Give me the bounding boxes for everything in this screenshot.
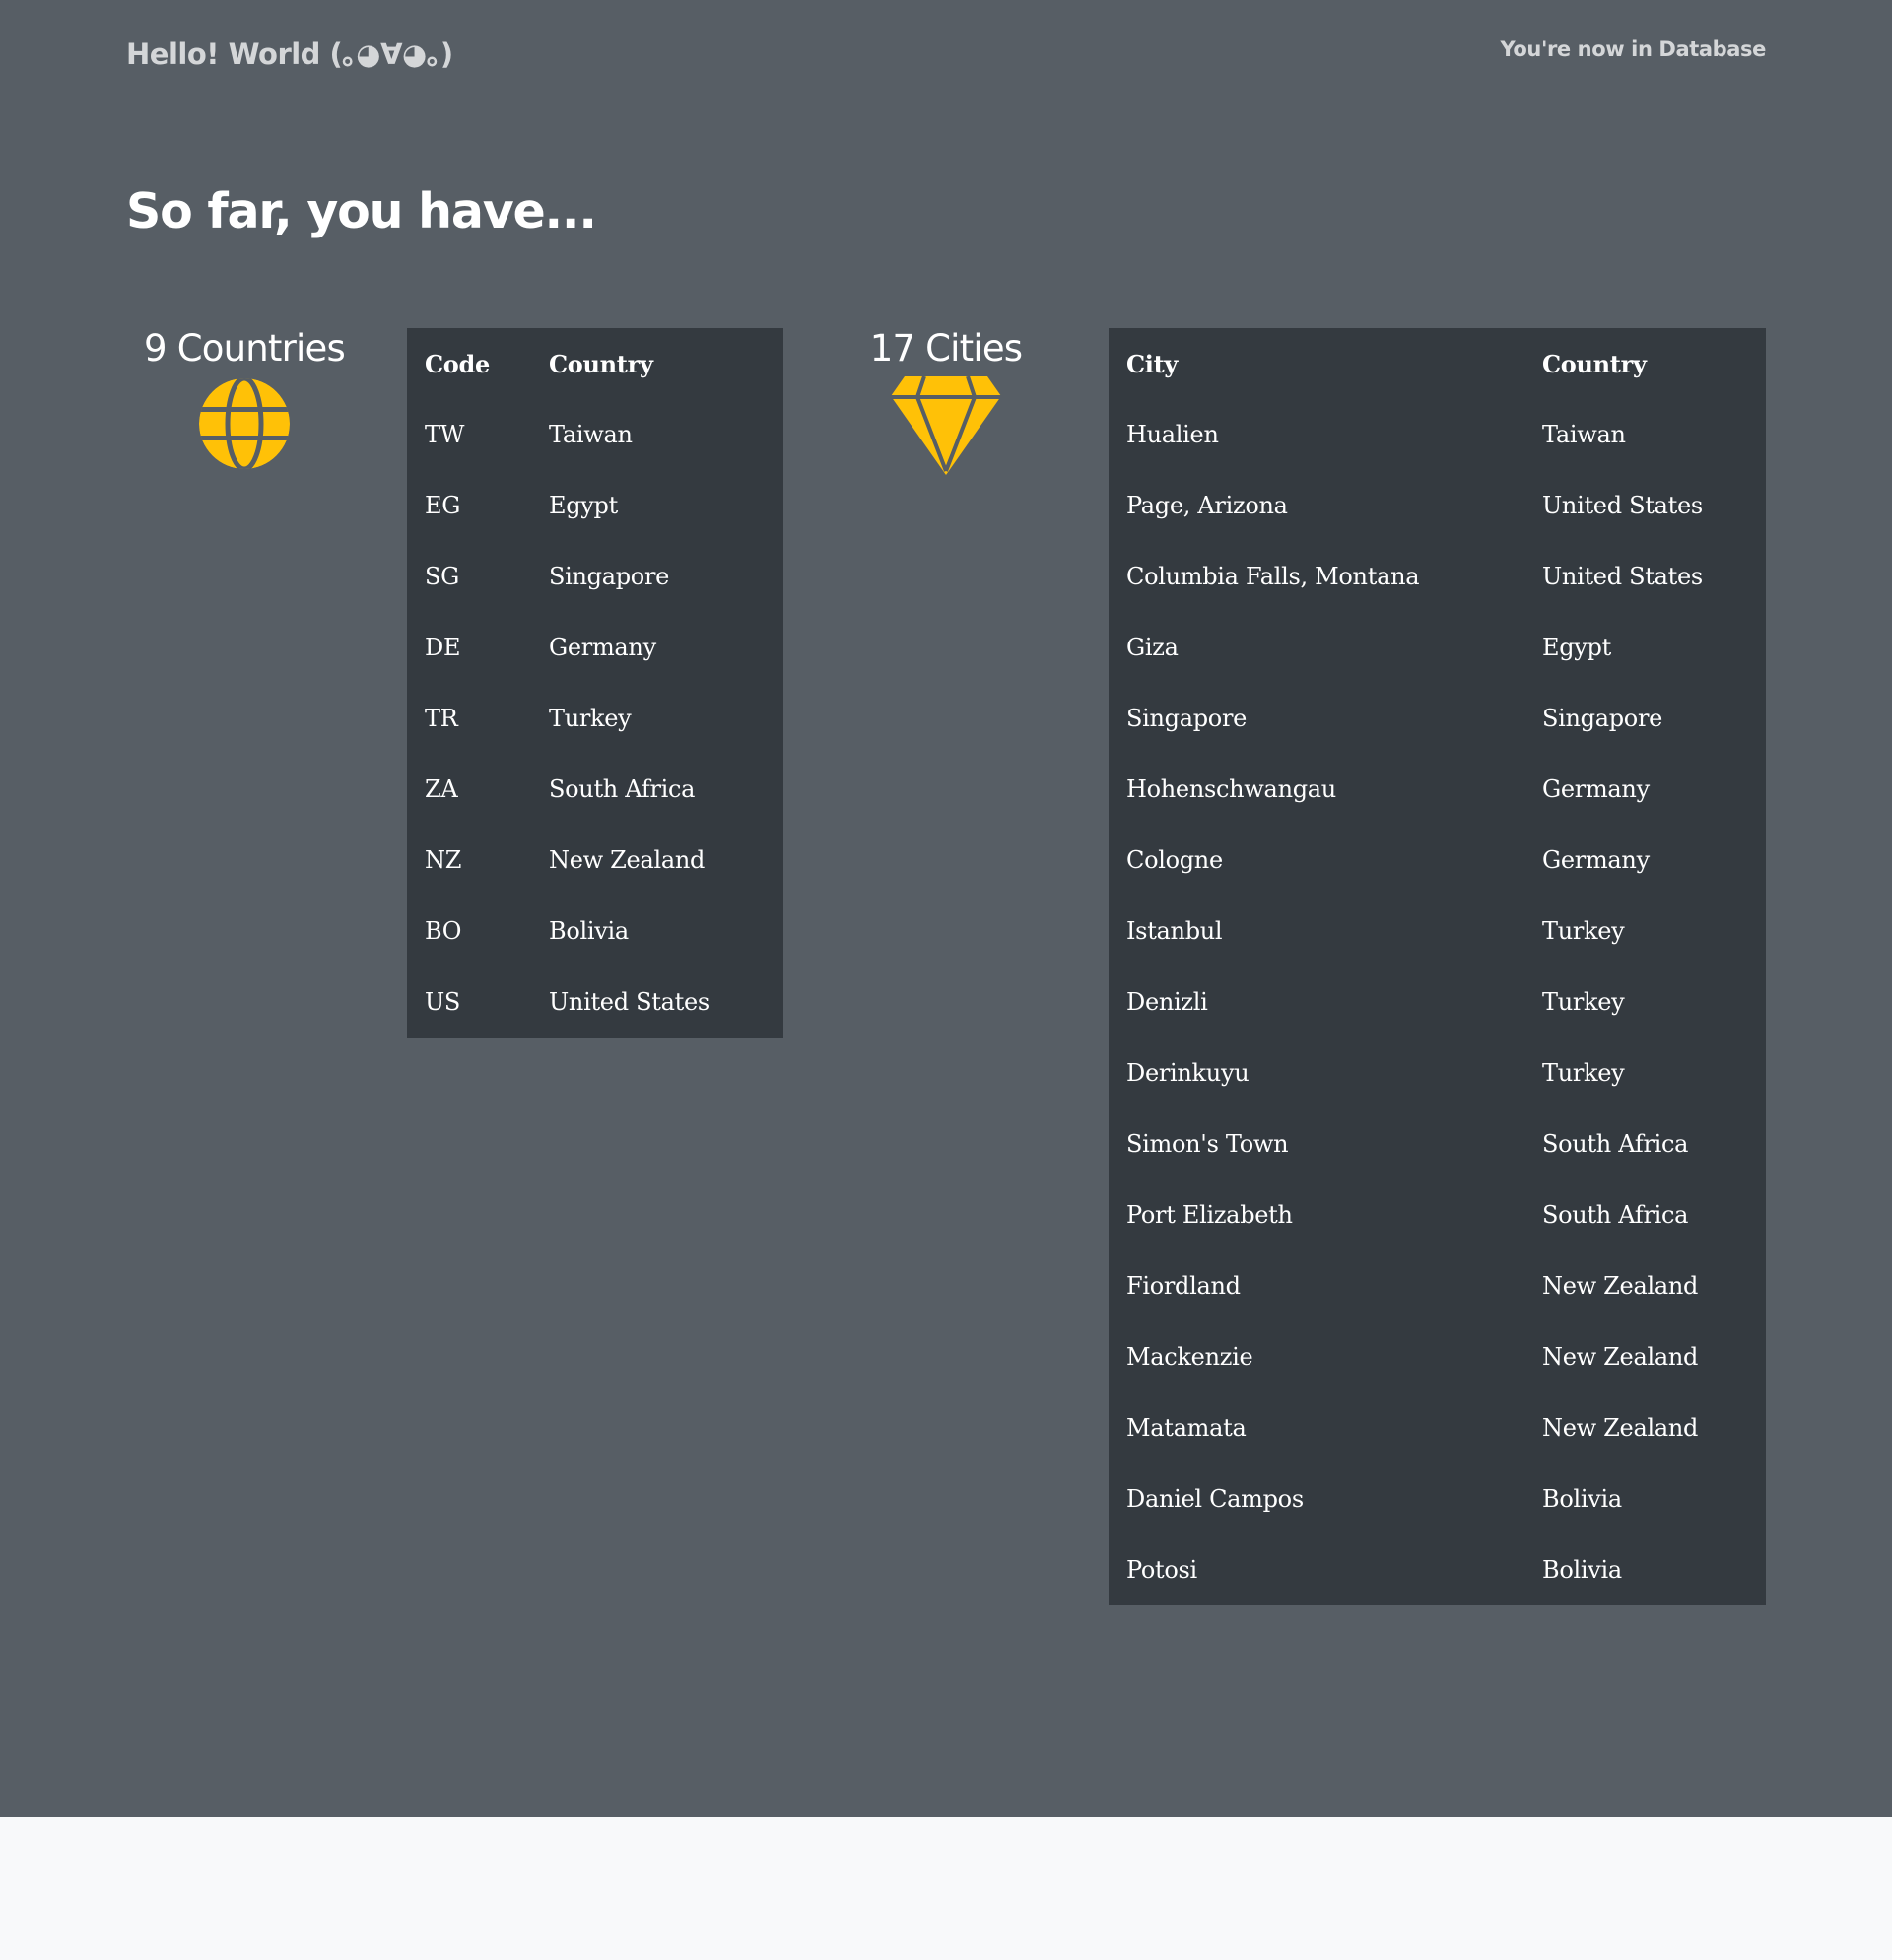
city-country-cell: South Africa bbox=[1542, 1201, 1689, 1229]
table-row: Istanbul Turkey bbox=[1109, 896, 1766, 967]
city-name-cell: Fiordland bbox=[1126, 1272, 1241, 1300]
country-code-cell: US bbox=[425, 988, 461, 1016]
city-country-cell: Germany bbox=[1542, 846, 1650, 874]
table-row: TR Turkey bbox=[407, 683, 783, 754]
country-code-cell: EG bbox=[425, 492, 461, 519]
table-row: Port Elizabeth South Africa bbox=[1109, 1180, 1766, 1250]
table-row: Mackenzie New Zealand bbox=[1109, 1321, 1766, 1392]
country-name-cell: United States bbox=[549, 988, 710, 1016]
country-name-cell: Bolivia bbox=[549, 917, 629, 945]
city-country-cell: Turkey bbox=[1542, 1059, 1625, 1087]
city-country-cell: New Zealand bbox=[1542, 1272, 1699, 1300]
countries-summary: 9 Countries bbox=[126, 323, 363, 471]
city-country-cell: Egypt bbox=[1542, 634, 1611, 661]
page-body: Hello! World (｡◕∀◕｡) You're now in Datab… bbox=[0, 0, 1892, 1817]
city-name-cell: Cologne bbox=[1126, 846, 1223, 874]
city-country-cell: Turkey bbox=[1542, 917, 1625, 945]
city-name-cell: Port Elizabeth bbox=[1126, 1201, 1293, 1229]
city-country-cell: Germany bbox=[1542, 776, 1650, 803]
city-name-cell: Hohenschwangau bbox=[1126, 776, 1336, 803]
city-name-cell: Derinkuyu bbox=[1126, 1059, 1250, 1087]
city-name-cell: Hualien bbox=[1126, 421, 1219, 448]
table-row: Singapore Singapore bbox=[1109, 683, 1766, 754]
table-row: Hohenschwangau Germany bbox=[1109, 754, 1766, 825]
city-name-cell: Daniel Campos bbox=[1126, 1485, 1304, 1513]
cities-summary: 17 Cities bbox=[828, 323, 1064, 475]
footer-area bbox=[0, 1817, 1892, 1960]
table-row: Daniel Campos Bolivia bbox=[1109, 1463, 1766, 1534]
countries-table-header-row: Code Country bbox=[407, 328, 783, 399]
city-country-cell: New Zealand bbox=[1542, 1414, 1699, 1442]
city-country-cell: United States bbox=[1542, 492, 1703, 519]
city-name-cell: Mackenzie bbox=[1126, 1343, 1253, 1371]
table-row: NZ New Zealand bbox=[407, 825, 783, 896]
gem-icon bbox=[891, 376, 1001, 475]
country-name-cell: South Africa bbox=[549, 776, 696, 803]
city-name-cell: Columbia Falls, Montana bbox=[1126, 563, 1420, 590]
brand-link[interactable]: Hello! World (｡◕∀◕｡) bbox=[126, 32, 453, 73]
city-country-cell: Turkey bbox=[1542, 988, 1625, 1016]
country-code-cell: ZA bbox=[425, 776, 458, 803]
table-row: EG Egypt bbox=[407, 470, 783, 541]
country-name-cell: Egypt bbox=[549, 492, 618, 519]
countries-count: 9 Countries bbox=[144, 327, 346, 370]
globe-icon bbox=[199, 378, 290, 469]
cities-table: City Country Hualien Taiwan Page, Arizona… bbox=[1109, 328, 1766, 1605]
table-row: Cologne Germany bbox=[1109, 825, 1766, 896]
city-country-cell: South Africa bbox=[1542, 1130, 1689, 1158]
countries-table: Code Country TW Taiwan EG Egypt SG Singapor… bbox=[407, 328, 783, 1038]
country-name-cell: New Zealand bbox=[549, 846, 706, 874]
country-code-cell: TW bbox=[425, 421, 465, 448]
table-row: Hualien Taiwan bbox=[1109, 399, 1766, 470]
city-country-cell: Bolivia bbox=[1542, 1556, 1622, 1584]
table-row: SG Singapore bbox=[407, 541, 783, 612]
city-country-cell: Singapore bbox=[1542, 705, 1663, 732]
cities-count: 17 Cities bbox=[869, 327, 1023, 370]
city-name-cell: Potosi bbox=[1126, 1556, 1197, 1584]
city-name-cell: Matamata bbox=[1126, 1414, 1247, 1442]
nav-status-link[interactable]: You're now in Database bbox=[1500, 37, 1766, 61]
table-row: Potosi Bolivia bbox=[1109, 1534, 1766, 1605]
table-row: DE Germany bbox=[407, 612, 783, 683]
country-code-cell: DE bbox=[425, 634, 461, 661]
column-header-code: Code bbox=[425, 349, 490, 378]
column-header-country: Country bbox=[549, 349, 653, 378]
country-code-cell: SG bbox=[425, 563, 460, 590]
cities-table-header-row: City Country bbox=[1109, 328, 1766, 399]
country-code-cell: TR bbox=[425, 705, 458, 732]
table-row: Fiordland New Zealand bbox=[1109, 1250, 1766, 1321]
city-name-cell: Simon's Town bbox=[1126, 1130, 1289, 1158]
country-name-cell: Turkey bbox=[549, 705, 632, 732]
city-name-cell: Denizli bbox=[1126, 988, 1208, 1016]
table-row: Matamata New Zealand bbox=[1109, 1392, 1766, 1463]
table-row: Page, Arizona United States bbox=[1109, 470, 1766, 541]
country-name-cell: Taiwan bbox=[549, 421, 633, 448]
country-code-cell: NZ bbox=[425, 846, 462, 874]
table-row: Giza Egypt bbox=[1109, 612, 1766, 683]
column-header-city: City bbox=[1126, 349, 1179, 378]
table-row: ZA South Africa bbox=[407, 754, 783, 825]
city-name-cell: Giza bbox=[1126, 634, 1179, 661]
country-code-cell: BO bbox=[425, 917, 462, 945]
page-title: So far, you have... bbox=[126, 183, 597, 239]
table-row: TW Taiwan bbox=[407, 399, 783, 470]
city-name-cell: Page, Arizona bbox=[1126, 492, 1288, 519]
city-name-cell: Singapore bbox=[1126, 705, 1248, 732]
table-row: BO Bolivia bbox=[407, 896, 783, 967]
country-name-cell: Singapore bbox=[549, 563, 670, 590]
table-row: Columbia Falls, Montana United States bbox=[1109, 541, 1766, 612]
column-header-country: Country bbox=[1542, 349, 1647, 378]
table-row: US United States bbox=[407, 967, 783, 1038]
city-country-cell: Taiwan bbox=[1542, 421, 1626, 448]
city-country-cell: New Zealand bbox=[1542, 1343, 1699, 1371]
country-name-cell: Germany bbox=[549, 634, 656, 661]
table-row: Derinkuyu Turkey bbox=[1109, 1038, 1766, 1109]
table-row: Denizli Turkey bbox=[1109, 967, 1766, 1038]
city-name-cell: Istanbul bbox=[1126, 917, 1223, 945]
table-row: Simon's Town South Africa bbox=[1109, 1109, 1766, 1180]
city-country-cell: Bolivia bbox=[1542, 1485, 1622, 1513]
city-country-cell: United States bbox=[1542, 563, 1703, 590]
